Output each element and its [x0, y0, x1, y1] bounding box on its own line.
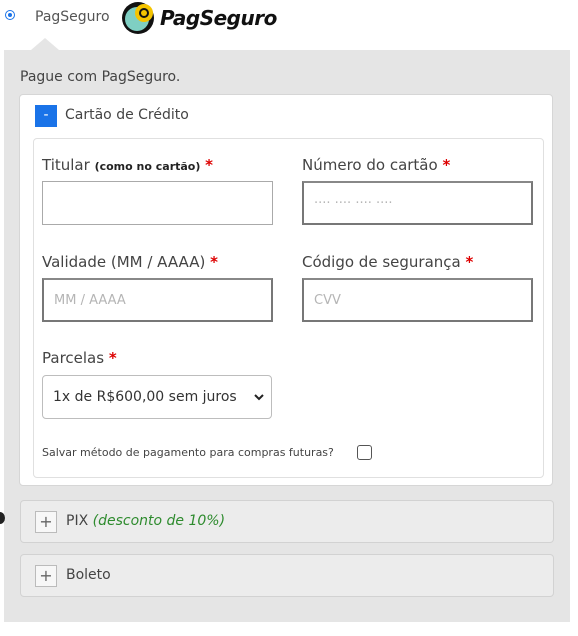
chevron-down-icon	[254, 394, 264, 401]
save-method-checkbox[interactable]	[357, 445, 372, 460]
required-mark: *	[210, 253, 218, 271]
panel-intro: Pague com PagSeguro.	[20, 69, 181, 85]
installments-label: Parcelas *	[42, 349, 117, 367]
holder-input[interactable]	[42, 181, 273, 225]
card-number-input[interactable]	[302, 181, 533, 225]
required-mark: *	[205, 156, 214, 174]
required-mark: *	[108, 349, 117, 367]
cvv-label: Código de segurança *	[302, 253, 474, 271]
installments-selected: 1x de R$600,00 sem juros	[53, 389, 237, 405]
holder-label: Titular (como no cartão) *	[42, 156, 214, 174]
pagseguro-radio[interactable]	[5, 10, 15, 20]
expand-boleto-button[interactable]: +	[35, 565, 57, 587]
holder-hint: (como no cartão)	[94, 160, 201, 173]
pix-title[interactable]: PIX (desconto de 10%)	[66, 513, 225, 529]
expiry-input[interactable]	[42, 278, 273, 322]
gateway-row: PagSeguro PagSeguro	[0, 0, 578, 40]
pagseguro-logo: PagSeguro	[120, 0, 277, 36]
cvv-input[interactable]	[302, 278, 533, 322]
save-method-label: Salvar método de pagamento para compras …	[42, 446, 334, 459]
expiry-label: Validade (MM / AAAA) *	[42, 253, 218, 271]
expand-pix-button[interactable]: +	[35, 511, 57, 533]
installments-select[interactable]: 1x de R$600,00 sem juros	[42, 375, 272, 419]
pagseguro-logo-icon	[122, 2, 154, 34]
logo-wordmark: PagSeguro	[160, 6, 277, 30]
gateway-label[interactable]: PagSeguro	[35, 9, 110, 25]
panel-notch	[31, 38, 59, 50]
pix-discount: (desconto de 10%)	[92, 513, 226, 529]
boleto-section[interactable]: + Boleto	[20, 554, 554, 597]
required-mark: *	[442, 156, 451, 174]
card-number-label: Número do cartão *	[302, 156, 451, 174]
required-mark: *	[465, 253, 474, 271]
boleto-title[interactable]: Boleto	[66, 567, 111, 583]
credit-card-title[interactable]: Cartão de Crédito	[65, 107, 189, 123]
collapse-card-button[interactable]: -	[35, 105, 57, 127]
pix-section[interactable]: + PIX (desconto de 10%)	[20, 500, 554, 543]
